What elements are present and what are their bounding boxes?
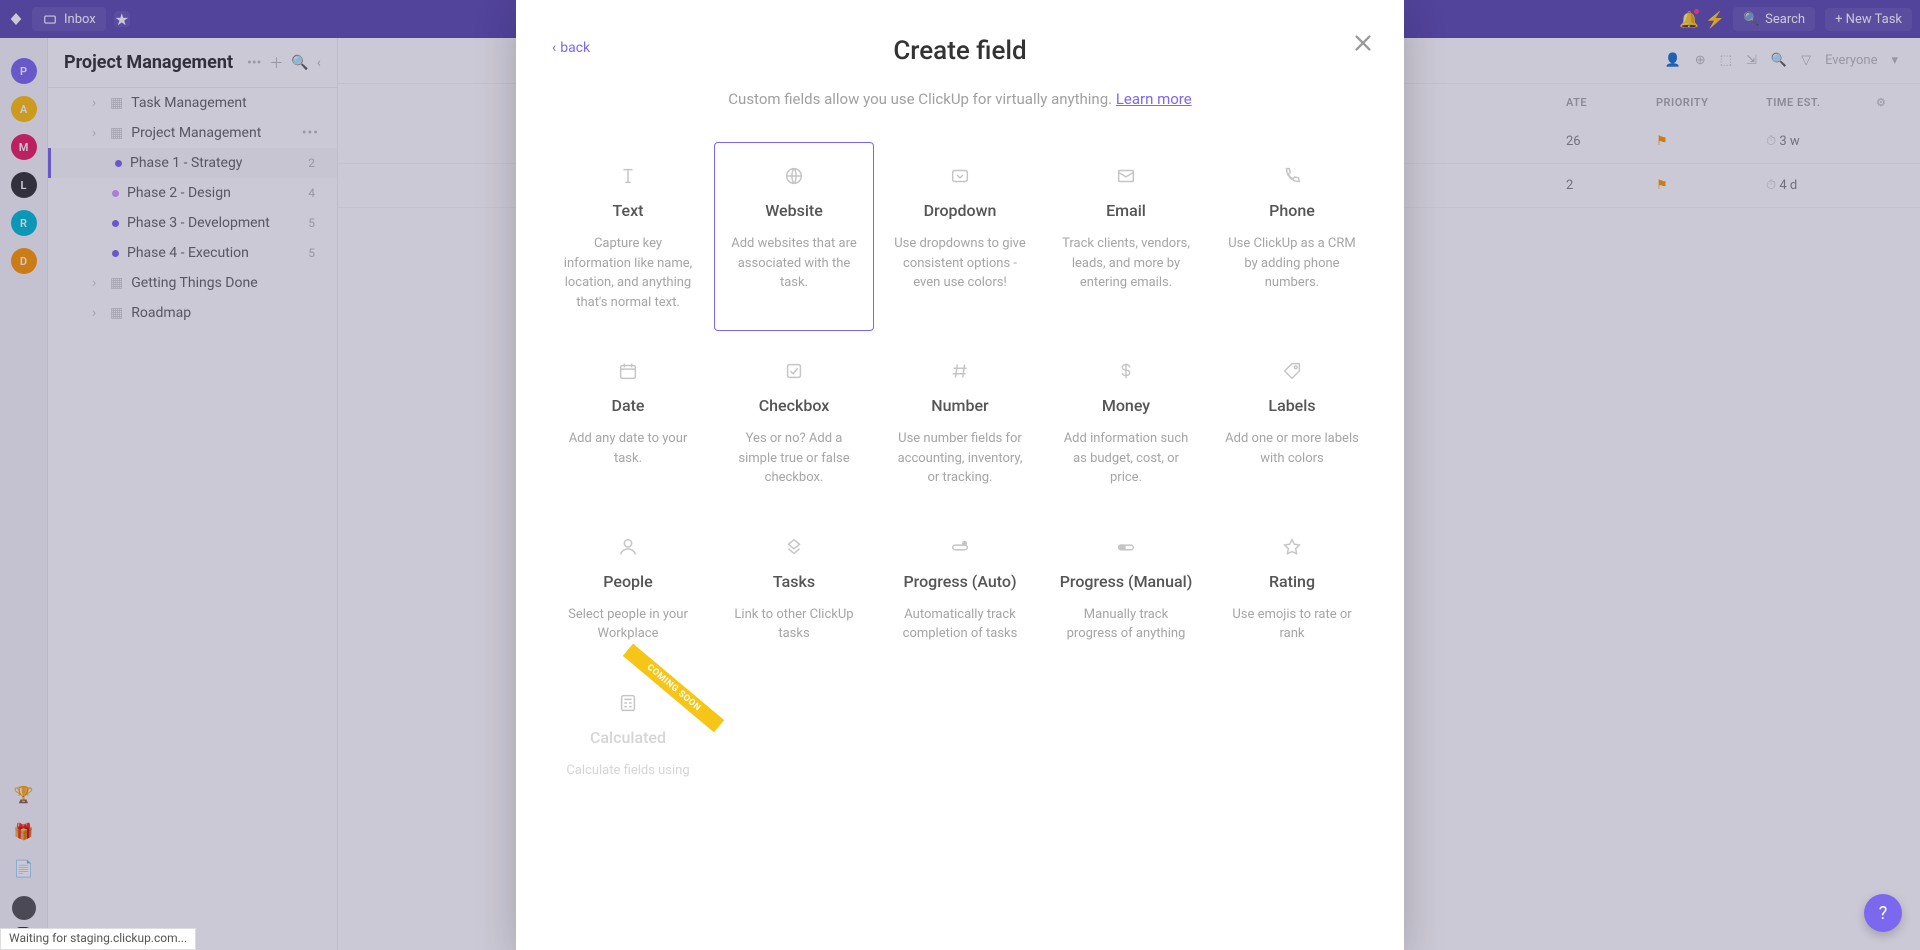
field-type-website[interactable]: Website Add websites that are associated … — [714, 142, 874, 331]
field-type-email[interactable]: Email Track clients, vendors, leads, and … — [1046, 142, 1206, 331]
field-card-description: Use number fields for accounting, invent… — [891, 429, 1029, 488]
calendar-icon — [559, 356, 697, 386]
field-card-description: Automatically track completion of tasks — [891, 605, 1029, 644]
phone-icon — [1223, 161, 1361, 191]
field-type-rating[interactable]: Rating Use emojis to rate or rank — [1212, 513, 1372, 663]
field-type-people[interactable]: People Select people in your Workplace — [548, 513, 708, 663]
field-card-title: Rating — [1223, 572, 1361, 591]
field-card-description: Add any date to your task. — [559, 429, 697, 468]
dropdown-icon — [891, 161, 1029, 191]
checkbox-icon — [725, 356, 863, 386]
field-type-phone[interactable]: Phone Use ClickUp as a CRM by adding phon… — [1212, 142, 1372, 331]
field-card-title: Labels — [1223, 396, 1361, 415]
field-card-description: Use dropdowns to give consistent options… — [891, 234, 1029, 293]
field-type-money[interactable]: Money Add information such as budget, cos… — [1046, 337, 1206, 507]
tag-icon — [1223, 356, 1361, 386]
chevron-left-icon: ‹ — [552, 40, 556, 56]
field-grid: Text Capture key information like name, l… — [516, 142, 1404, 809]
field-card-description: Link to other ClickUp tasks — [725, 605, 863, 644]
field-card-description: Select people in your Workplace — [559, 605, 697, 644]
field-card-title: Website — [725, 201, 863, 220]
create-field-modal: ‹ back Create field Custom fields allow … — [516, 0, 1404, 950]
field-card-title: Dropdown — [891, 201, 1029, 220]
field-card-title: Progress (Auto) — [891, 572, 1029, 591]
field-card-description: Use ClickUp as a CRM by adding phone num… — [1223, 234, 1361, 293]
field-type-dropdown[interactable]: Dropdown Use dropdowns to give consistent… — [880, 142, 1040, 331]
field-type-labels[interactable]: Labels Add one or more labels with colors — [1212, 337, 1372, 507]
star-icon — [1223, 532, 1361, 562]
field-card-description: Add information such as budget, cost, or… — [1057, 429, 1195, 488]
field-card-title: Text — [559, 201, 697, 220]
field-type-progress-manual-[interactable]: Progress (Manual) Manually track progress… — [1046, 513, 1206, 663]
hash-icon — [891, 356, 1029, 386]
progressa-icon — [891, 532, 1029, 562]
field-card-title: Tasks — [725, 572, 863, 591]
modal-overlay: ‹ back Create field Custom fields allow … — [0, 0, 1920, 950]
field-card-description: Track clients, vendors, leads, and more … — [1057, 234, 1195, 293]
tasks-icon — [725, 532, 863, 562]
learn-more-link[interactable]: Learn more — [1116, 90, 1192, 108]
field-card-title: Date — [559, 396, 697, 415]
field-card-description: Manually track progress of anything — [1057, 605, 1195, 644]
close-button[interactable] — [1352, 32, 1374, 54]
dollar-icon — [1057, 356, 1195, 386]
progressm-icon — [1057, 532, 1195, 562]
field-type-number[interactable]: Number Use number fields for accounting, … — [880, 337, 1040, 507]
field-type-date[interactable]: Date Add any date to your task. — [548, 337, 708, 507]
field-card-description: Yes or no? Add a simple true or false ch… — [725, 429, 863, 488]
field-card-title: Checkbox — [725, 396, 863, 415]
field-card-title: Number — [891, 396, 1029, 415]
field-card-description: Add websites that are associated with th… — [725, 234, 863, 293]
field-card-title: Calculated — [559, 728, 697, 747]
field-card-description: Add one or more labels with colors — [1223, 429, 1361, 468]
field-card-title: Progress (Manual) — [1057, 572, 1195, 591]
person-icon — [559, 532, 697, 562]
field-card-title: People — [559, 572, 697, 591]
modal-subtitle: Custom fields allow you use ClickUp for … — [516, 90, 1404, 108]
text-icon — [559, 161, 697, 191]
field-card-description: Capture key information like name, locat… — [559, 234, 697, 312]
help-button[interactable]: ? — [1864, 894, 1902, 932]
field-type-checkbox[interactable]: Checkbox Yes or no? Add a simple true or … — [714, 337, 874, 507]
mail-icon — [1057, 161, 1195, 191]
field-card-title: Email — [1057, 201, 1195, 220]
field-type-progress-auto-[interactable]: Progress (Auto) Automatically track compl… — [880, 513, 1040, 663]
field-card-description: Use emojis to rate or rank — [1223, 605, 1361, 644]
back-button[interactable]: ‹ back — [552, 40, 590, 56]
field-type-tasks[interactable]: Tasks Link to other ClickUp tasks — [714, 513, 874, 663]
field-card-description: Calculate fields using — [559, 761, 697, 781]
modal-title: Create field — [516, 36, 1404, 66]
field-type-text[interactable]: Text Capture key information like name, l… — [548, 142, 708, 331]
browser-status-bar: Waiting for staging.clickup.com... — [0, 928, 196, 950]
field-card-title: Money — [1057, 396, 1195, 415]
field-type-calculated: CalculatedCalculate fields usingCOMING S… — [548, 669, 708, 809]
back-label: back — [560, 40, 590, 56]
field-card-title: Phone — [1223, 201, 1361, 220]
globe-icon — [725, 161, 863, 191]
